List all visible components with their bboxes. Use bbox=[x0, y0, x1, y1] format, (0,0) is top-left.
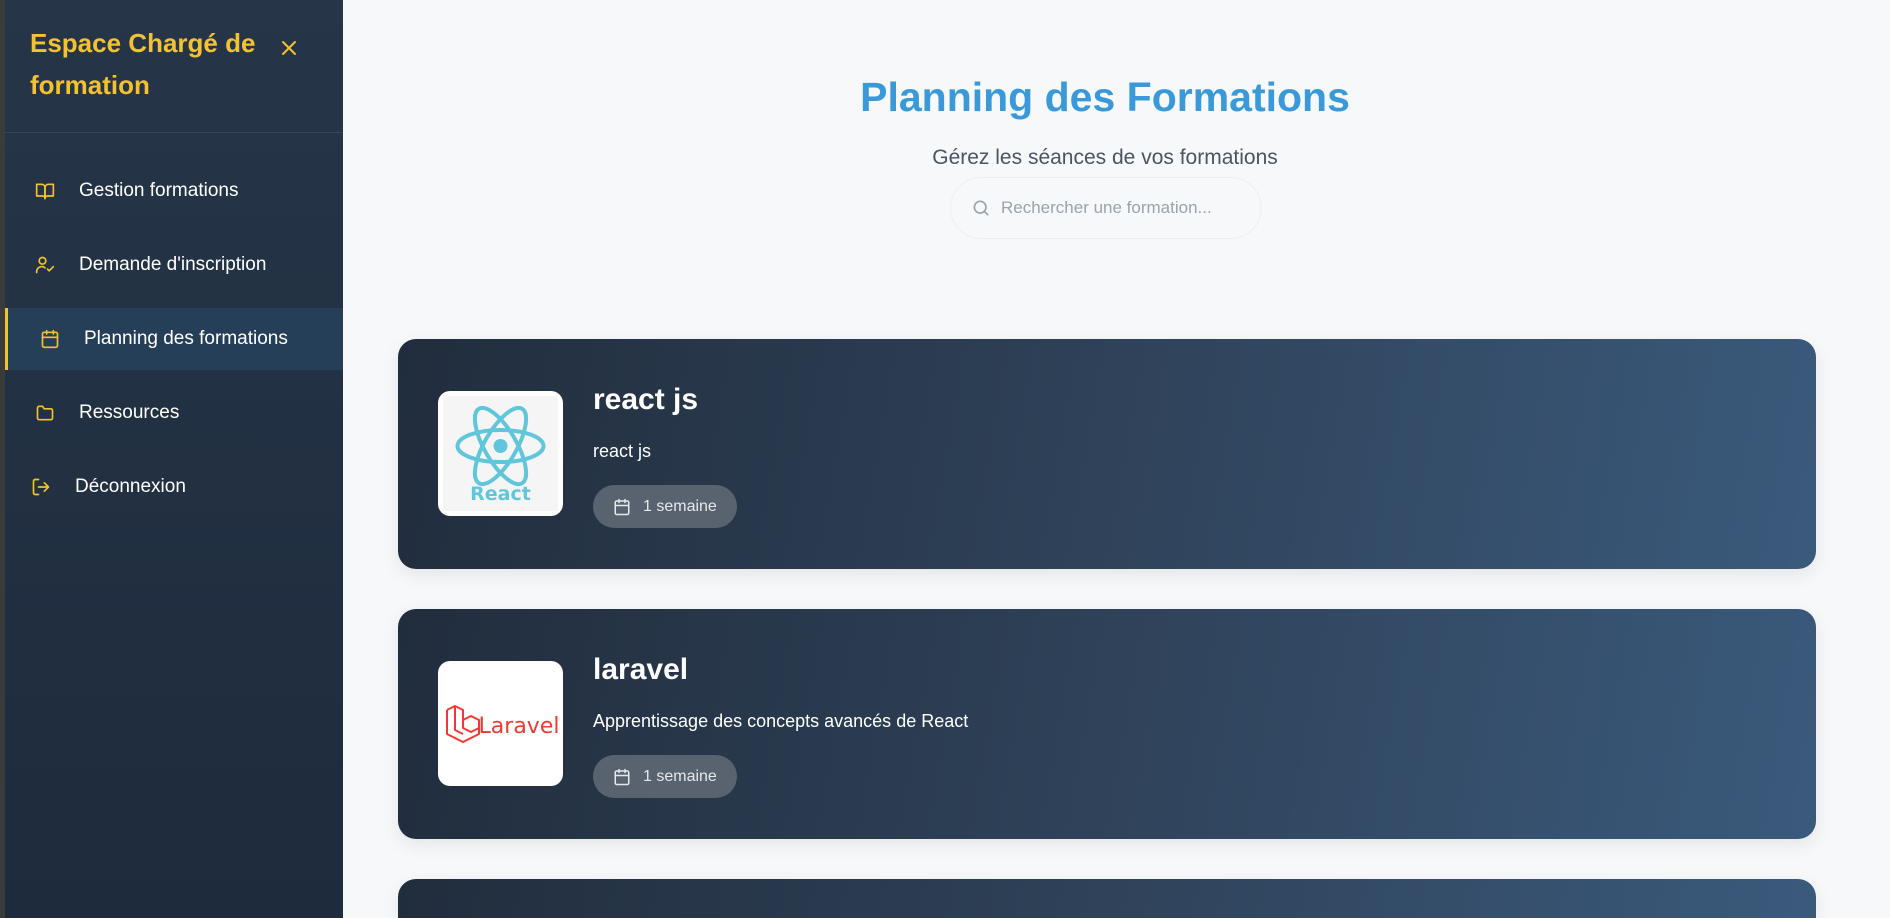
duration-text: 1 semaine bbox=[643, 767, 717, 785]
duration-badge: 1 semaine bbox=[593, 485, 737, 528]
laravel-logo-text: Laravel bbox=[479, 714, 558, 739]
formation-card[interactable]: Laravel laravel Apprentissage des concep… bbox=[398, 609, 1816, 839]
brand-title: Espace Chargé de formation bbox=[30, 28, 256, 100]
sidebar-item-planning[interactable]: Planning des formations bbox=[5, 308, 343, 370]
page-subtitle: Gérez les séances de vos formations bbox=[932, 146, 1278, 169]
search-icon bbox=[971, 198, 991, 218]
laravel-logo: Laravel bbox=[438, 661, 563, 786]
duration-text: 1 semaine bbox=[643, 497, 717, 515]
sidebar-item-label: Gestion formations bbox=[79, 180, 239, 201]
sidebar-item-label: Ressources bbox=[79, 402, 180, 423]
sidebar: Espace Chargé de formation Gestion forma… bbox=[0, 0, 343, 918]
search-input[interactable] bbox=[1001, 198, 1241, 218]
calendar-icon bbox=[38, 327, 62, 351]
calendar-icon bbox=[613, 498, 631, 516]
sidebar-item-ressources[interactable]: Ressources bbox=[5, 382, 343, 444]
calendar-icon bbox=[613, 768, 631, 786]
folder-icon bbox=[33, 401, 57, 425]
sidebar-nav: Gestion formations Demande d'inscription… bbox=[5, 160, 343, 518]
sidebar-item-label: Demande d'inscription bbox=[79, 254, 267, 275]
sidebar-item-demande-inscription[interactable]: Demande d'inscription bbox=[5, 234, 343, 296]
sidebar-item-gestion-formations[interactable]: Gestion formations bbox=[5, 160, 343, 222]
formation-card[interactable] bbox=[398, 879, 1816, 918]
react-logo: React bbox=[438, 391, 563, 516]
duration-badge: 1 semaine bbox=[593, 755, 737, 798]
user-check-icon bbox=[33, 253, 57, 277]
close-icon[interactable] bbox=[277, 36, 301, 60]
sidebar-item-label: Déconnexion bbox=[75, 476, 186, 497]
formation-card[interactable]: React react js react js 1 semaine bbox=[398, 339, 1816, 569]
react-logo-text: React bbox=[470, 483, 531, 505]
main-content: Planning des Formations Gérez les séance… bbox=[343, 0, 1890, 918]
formation-title: react js bbox=[593, 383, 699, 416]
sidebar-item-deconnexion[interactable]: Déconnexion bbox=[5, 456, 343, 518]
search-box[interactable] bbox=[950, 177, 1262, 239]
formation-description: Apprentissage des concepts avancés de Re… bbox=[593, 711, 969, 731]
formation-description: react js bbox=[593, 441, 652, 461]
sidebar-header: Espace Chargé de formation bbox=[5, 0, 343, 133]
sidebar-item-label: Planning des formations bbox=[84, 328, 288, 349]
logout-icon bbox=[29, 475, 53, 499]
formation-title: laravel bbox=[593, 653, 689, 686]
book-icon bbox=[33, 179, 57, 203]
page-title: Planning des Formations bbox=[860, 74, 1350, 120]
